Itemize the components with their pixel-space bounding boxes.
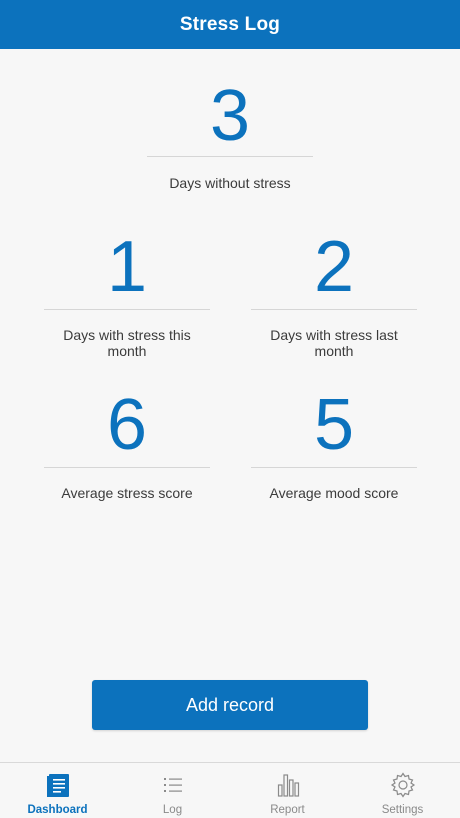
average-stress-value: 6 [106, 385, 148, 465]
list-icon [163, 778, 182, 792]
days-without-stress-stat: 3 Days without stress [146, 80, 314, 191]
days-without-stress-value: 3 [209, 76, 251, 156]
average-mood-stat: 5 Average mood score [251, 389, 417, 501]
stress-last-month-label: Days with stress last month [270, 327, 398, 359]
divider [251, 467, 417, 468]
divider [44, 309, 210, 310]
nav-item-settings[interactable]: Settings [345, 763, 460, 818]
divider [44, 467, 210, 468]
stress-this-month-stat: 1 Days with stress this month [44, 231, 210, 359]
nav-item-report[interactable]: Report [230, 763, 345, 818]
app-title: Stress Log [179, 13, 281, 35]
gear-icon [390, 772, 415, 798]
bottom-nav: Dashboard Log Report Settings [0, 762, 460, 818]
nav-label-settings: Settings [381, 804, 424, 816]
average-mood-value: 5 [313, 385, 355, 465]
add-record-button[interactable]: Add record [92, 680, 368, 730]
nav-item-log[interactable]: Log [115, 763, 230, 818]
stress-this-month-label: Days with stress this month [63, 327, 191, 359]
stress-last-month-value: 2 [313, 227, 355, 307]
days-without-stress-label: Days without stress [169, 175, 291, 191]
stress-last-month-stat: 2 Days with stress last month [251, 231, 417, 359]
nav-label-report: Report [270, 804, 305, 816]
average-mood-label: Average mood score [269, 485, 399, 501]
average-stress-label: Average stress score [61, 485, 193, 501]
nav-label-dashboard: Dashboard [27, 804, 88, 816]
divider [251, 309, 417, 310]
divider [147, 156, 313, 157]
nav-item-dashboard[interactable]: Dashboard [0, 763, 115, 818]
nav-label-log: Log [162, 804, 183, 816]
app-bar: Stress Log [0, 0, 460, 49]
bar-chart-icon [277, 774, 299, 797]
average-stress-stat: 6 Average stress score [44, 389, 210, 501]
stress-this-month-value: 1 [106, 227, 148, 307]
dashboard-icon [46, 774, 69, 797]
